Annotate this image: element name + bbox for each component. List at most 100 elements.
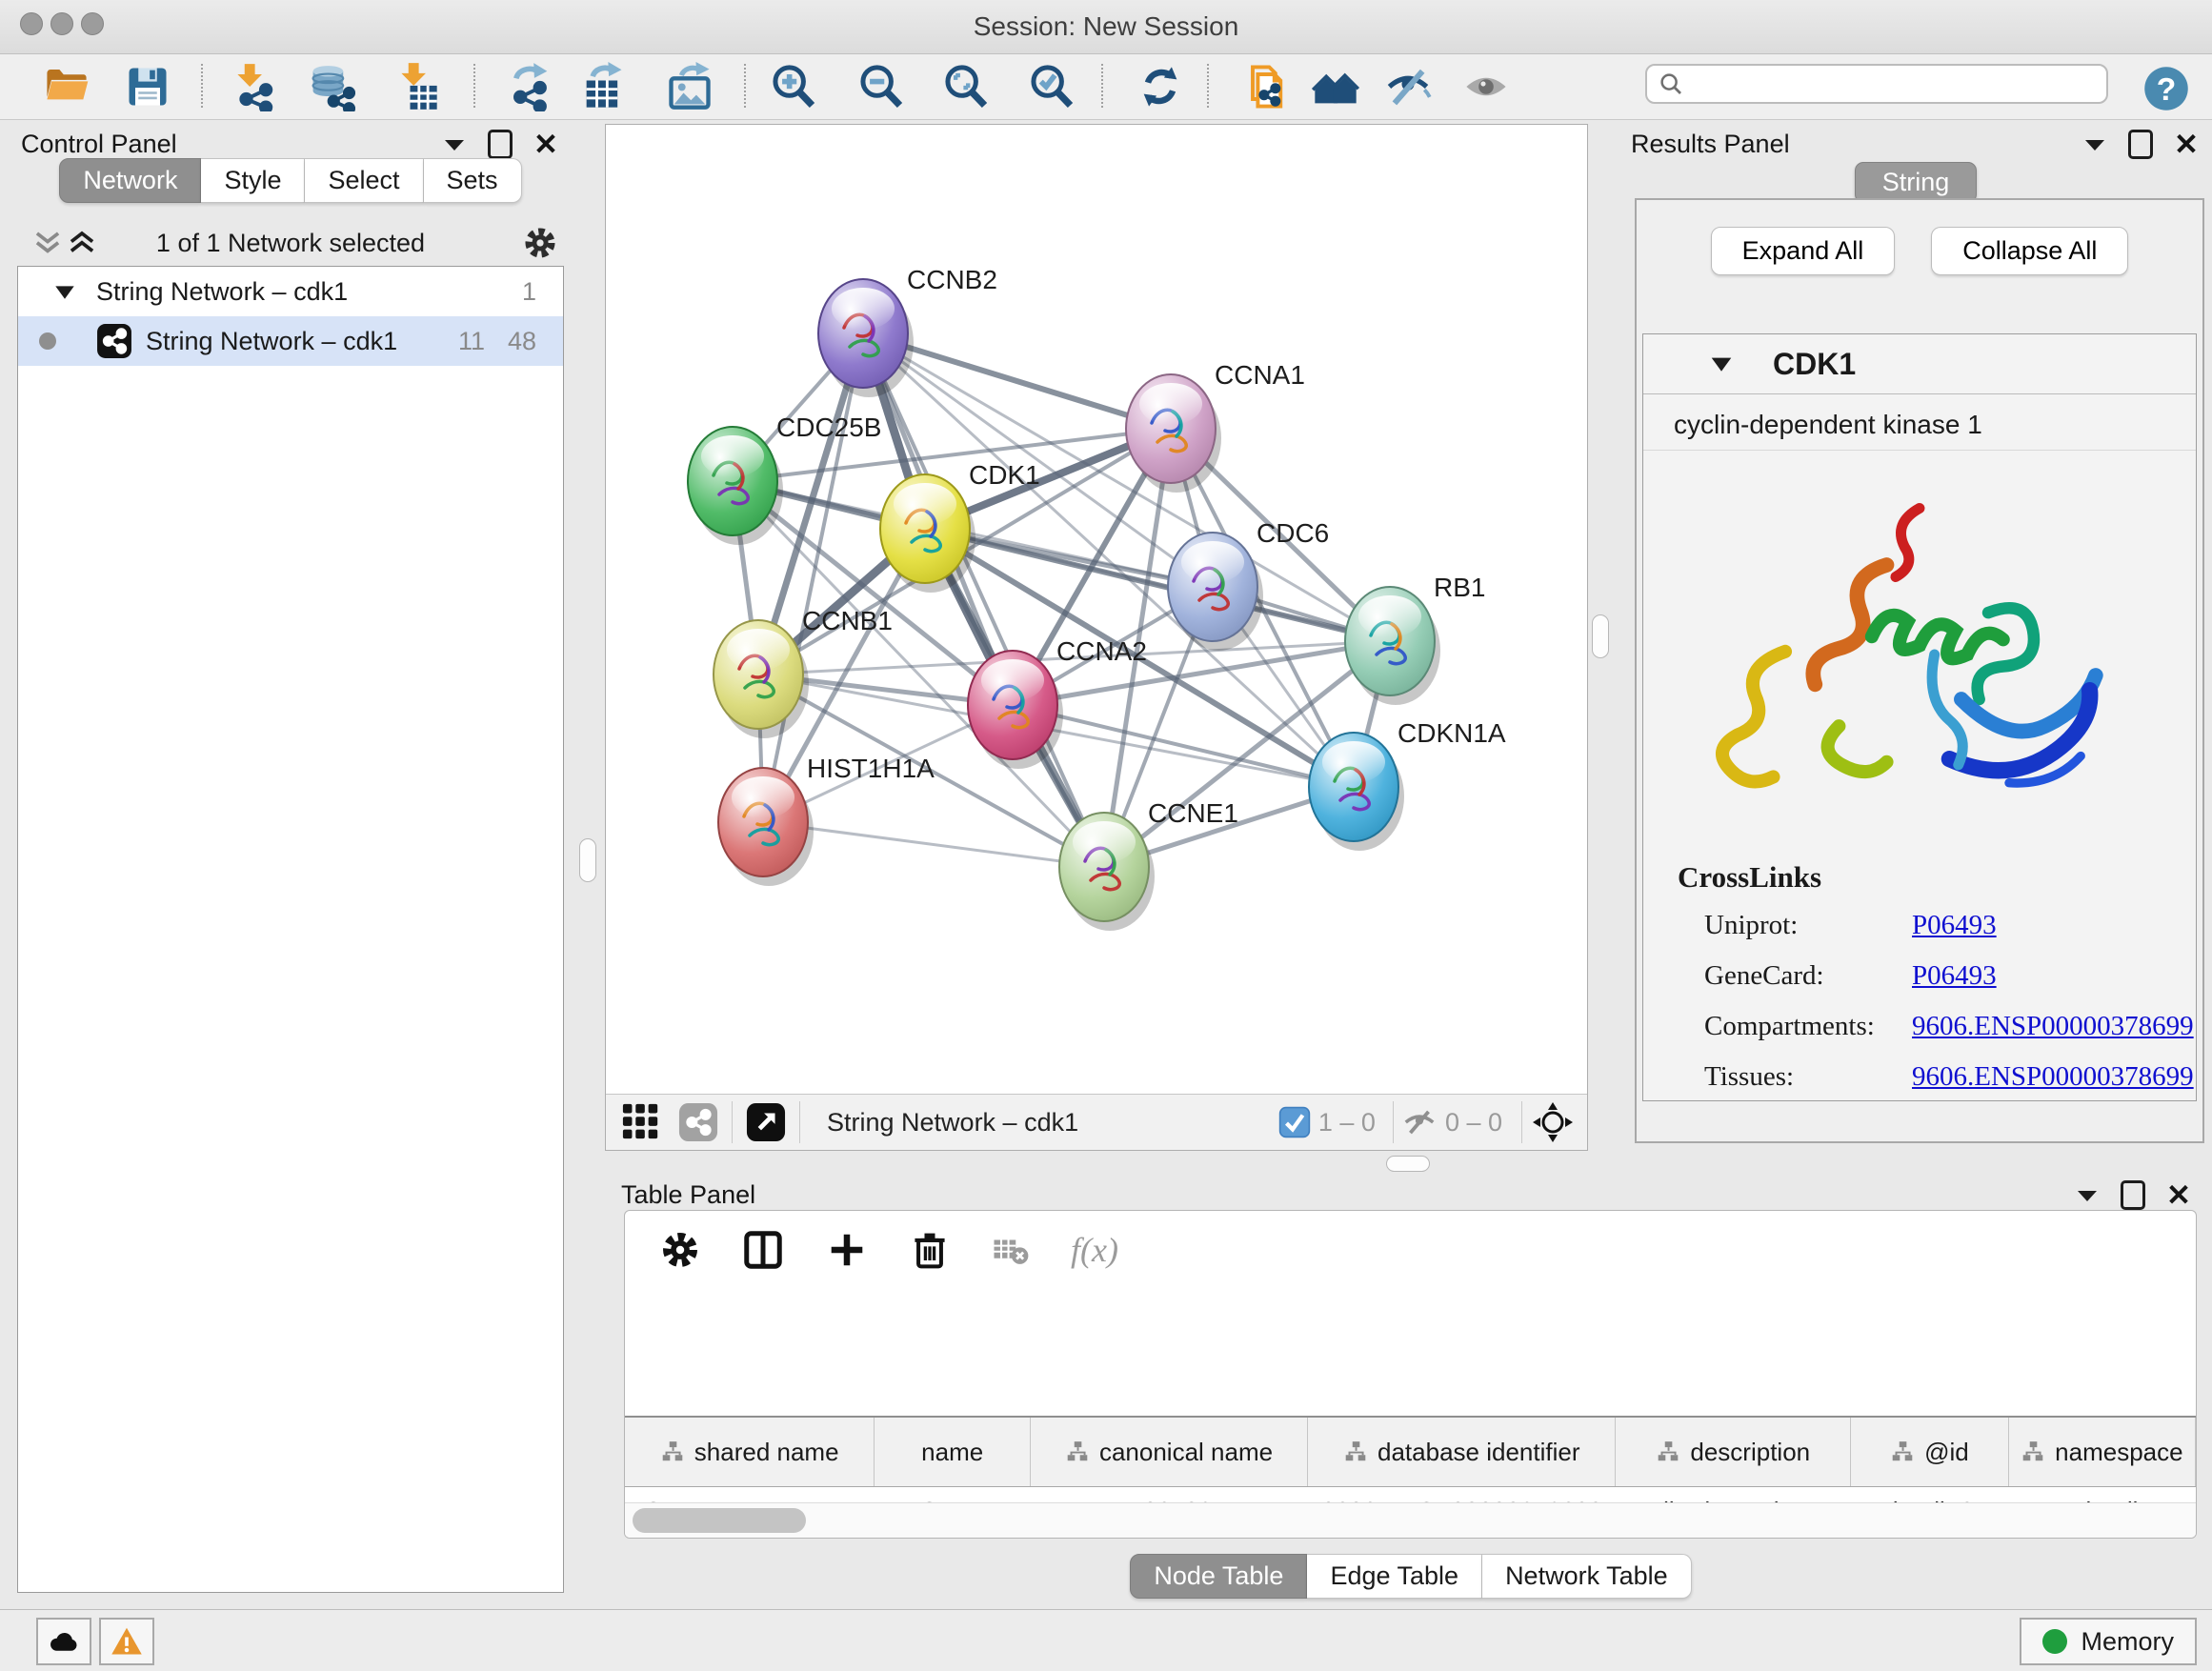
export-image-icon[interactable] xyxy=(665,62,714,111)
memory-button[interactable]: Memory xyxy=(2020,1618,2197,1665)
toolbar-separator xyxy=(1521,1101,1522,1143)
network-node-cdkn1a[interactable] xyxy=(1309,733,1404,851)
tab-network[interactable]: Network xyxy=(59,158,201,203)
show-columns-icon[interactable] xyxy=(741,1228,785,1272)
crosslink-link[interactable]: P06493 xyxy=(1912,910,1997,941)
selected-count: 1 – 0 xyxy=(1318,1108,1376,1137)
network-collection-row[interactable]: String Network – cdk1 1 xyxy=(18,267,563,316)
close-panel-icon[interactable]: ✕ xyxy=(2166,1183,2191,1207)
network-node-cdc6[interactable] xyxy=(1168,533,1263,651)
network-view-toolbar: String Network – cdk1 1 – 0 0 – 0 xyxy=(606,1094,1587,1150)
fit-content-crosshair-icon[interactable] xyxy=(1532,1101,1574,1143)
zoom-in-icon[interactable] xyxy=(769,62,818,111)
tab-sets[interactable]: Sets xyxy=(424,158,522,203)
application-window: Session: New Session xyxy=(0,0,2212,1671)
table-options-gear-icon[interactable] xyxy=(659,1229,701,1271)
export-network-icon[interactable] xyxy=(506,62,555,111)
expand-all-button[interactable]: Expand All xyxy=(1711,227,1896,275)
panel-menu-icon[interactable] xyxy=(2082,137,2107,152)
scrollbar-thumb[interactable] xyxy=(633,1508,806,1533)
search-input[interactable] xyxy=(1685,67,2106,101)
gene-section-header[interactable]: CDK1 xyxy=(1643,334,2196,394)
network-node-ccnb2[interactable] xyxy=(818,279,914,397)
horizontal-scrollbar[interactable] xyxy=(625,1502,2196,1538)
column-header-canonical-name[interactable]: canonical name xyxy=(1031,1418,1308,1486)
network-node-ccna2[interactable] xyxy=(968,651,1063,769)
crosslink-link[interactable]: P06493 xyxy=(1912,960,1997,992)
first-neighbors-icon[interactable] xyxy=(1311,62,1360,111)
tab-node-table[interactable]: Node Table xyxy=(1130,1554,1307,1599)
search-box xyxy=(1645,64,2108,104)
cloud-status-button[interactable] xyxy=(36,1618,91,1665)
grid-view-icon[interactable] xyxy=(621,1102,661,1142)
save-session-icon[interactable] xyxy=(123,62,172,111)
import-database-icon[interactable] xyxy=(306,62,355,111)
tab-network-table[interactable]: Network Table xyxy=(1482,1554,1692,1599)
selected-nodes-checkbox-icon[interactable] xyxy=(1278,1106,1311,1138)
network-node-rb1[interactable] xyxy=(1345,587,1440,705)
warnings-button[interactable] xyxy=(99,1618,154,1665)
float-panel-icon[interactable] xyxy=(2121,1180,2145,1210)
node-label: CCNE1 xyxy=(1148,798,1238,828)
column-header-namespace[interactable]: namespace xyxy=(2009,1418,2196,1486)
birds-eye-view-icon[interactable] xyxy=(746,1102,786,1142)
right-splitter-handle[interactable] xyxy=(1592,614,1609,658)
zoom-fit-icon[interactable] xyxy=(941,62,991,111)
clone-network-icon[interactable] xyxy=(1240,62,1290,111)
show-all-icon[interactable] xyxy=(1461,62,1511,111)
create-column-icon[interactable] xyxy=(825,1228,869,1272)
close-panel-icon[interactable]: ✕ xyxy=(533,132,558,156)
shared-column-icon xyxy=(2021,1439,2045,1464)
control-panel: Control Panel ✕ NetworkStyleSelectSets 1… xyxy=(10,124,572,1597)
crosslink-row: GeneCard:P06493 xyxy=(1678,960,2196,992)
table-panel: Table Panel ✕ f(x) shared namenamecanoni… xyxy=(617,1175,2204,1605)
float-panel-icon[interactable] xyxy=(488,130,513,159)
refresh-icon[interactable] xyxy=(1136,62,1185,111)
network-node-ccne1[interactable] xyxy=(1059,813,1155,931)
tab-style[interactable]: Style xyxy=(201,158,305,203)
bottom-splitter-handle[interactable] xyxy=(1386,1156,1430,1172)
node-label: CCNB1 xyxy=(802,606,893,635)
import-network-icon[interactable] xyxy=(228,62,277,111)
column-label: shared name xyxy=(694,1438,839,1467)
crosslink-link[interactable]: 9606.ENSP00000378699 xyxy=(1912,1011,2194,1042)
zoom-selected-icon[interactable] xyxy=(1027,62,1076,111)
window-title: Session: New Session xyxy=(0,11,2212,42)
network-node-hist1h1a[interactable] xyxy=(718,768,814,886)
left-splitter-handle[interactable] xyxy=(579,838,596,882)
close-panel-icon[interactable]: ✕ xyxy=(2174,132,2199,156)
tab-edge-table[interactable]: Edge Table xyxy=(1307,1554,1482,1599)
network-options-gear-icon[interactable] xyxy=(522,225,558,261)
collapse-section-icon[interactable] xyxy=(1710,355,1733,372)
network-row[interactable]: String Network – cdk1 11 48 xyxy=(18,316,563,366)
network-canvas[interactable]: CCNB2CCNA1CDC25BCDK1CDC6RB1CCNB1CCNA2CDK… xyxy=(606,125,1587,1095)
column-header-description[interactable]: description xyxy=(1616,1418,1851,1486)
column-header-shared-name[interactable]: shared name xyxy=(625,1418,875,1486)
help-icon[interactable]: ? xyxy=(2142,64,2191,113)
edge-count: 48 xyxy=(508,327,536,356)
panel-menu-icon[interactable] xyxy=(442,137,467,152)
crosslink-link[interactable]: 9606.ENSP00000378699 xyxy=(1912,1061,2194,1093)
cloud-icon xyxy=(47,1624,81,1659)
crosslink-row: Uniprot:P06493 xyxy=(1678,910,2196,941)
import-table-icon[interactable] xyxy=(392,62,441,111)
column-header--id[interactable]: @id xyxy=(1851,1418,2009,1486)
hide-selected-icon[interactable] xyxy=(1383,62,1433,111)
tab-string[interactable]: String xyxy=(1855,162,1978,203)
network-node-cdk1[interactable] xyxy=(880,474,975,593)
panel-menu-icon[interactable] xyxy=(2075,1188,2100,1203)
column-header-name[interactable]: name xyxy=(875,1418,1031,1486)
zoom-out-icon[interactable] xyxy=(856,62,906,111)
network-badge-icon[interactable] xyxy=(678,1102,718,1142)
export-table-icon[interactable] xyxy=(578,62,628,111)
float-panel-icon[interactable] xyxy=(2128,130,2153,159)
network-node-ccna1[interactable] xyxy=(1126,374,1221,493)
column-header-database-identifier[interactable]: database identifier xyxy=(1308,1418,1616,1486)
tab-select[interactable]: Select xyxy=(305,158,423,203)
delete-column-icon[interactable] xyxy=(909,1229,951,1271)
network-view: CCNB2CCNA1CDC25BCDK1CDC6RB1CCNB1CCNA2CDK… xyxy=(605,124,1588,1151)
network-node-cdc25b[interactable] xyxy=(688,427,783,545)
collapse-all-button[interactable]: Collapse All xyxy=(1931,227,2128,275)
hidden-eye-icon xyxy=(1401,1104,1438,1140)
open-session-icon[interactable] xyxy=(42,62,91,111)
